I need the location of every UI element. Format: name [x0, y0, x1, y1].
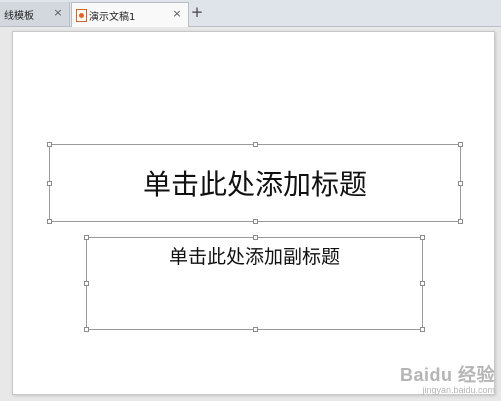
resize-handle[interactable]	[47, 181, 52, 186]
title-placeholder[interactable]: 单击此处添加标题	[47, 142, 463, 224]
title-placeholder-text: 单击此处添加标题	[142, 168, 367, 201]
close-icon[interactable]: ×	[171, 7, 183, 21]
resize-handle[interactable]	[253, 142, 258, 147]
tab-label: 演示文稿1	[89, 11, 136, 23]
slide-canvas[interactable]: 单击此处添加标题 单击此处添加副标题	[12, 31, 495, 395]
resize-handle[interactable]	[458, 181, 463, 186]
resize-handle[interactable]	[420, 281, 425, 286]
new-tab-button[interactable]: +	[190, 4, 204, 20]
presentation-file-icon	[76, 8, 87, 22]
tab-template[interactable]: 线模板 ×	[0, 2, 70, 26]
subtitle-placeholder[interactable]: 单击此处添加副标题	[84, 235, 425, 332]
resize-handle[interactable]	[47, 142, 52, 147]
resize-handle[interactable]	[420, 235, 425, 240]
tab-presentation[interactable]: 演示文稿1 ×	[71, 2, 189, 27]
resize-handle[interactable]	[47, 219, 52, 224]
resize-handle[interactable]	[253, 219, 258, 224]
resize-handle[interactable]	[84, 235, 89, 240]
watermark: Baidu 经验 jingyan.baidu.com	[400, 361, 495, 395]
watermark-text: Baidu 经验	[399, 365, 495, 385]
resize-handle[interactable]	[458, 219, 463, 224]
tab-bar: 线模板 × 演示文稿1 × +	[0, 0, 501, 27]
resize-handle[interactable]	[253, 235, 258, 240]
subtitle-placeholder-text: 单击此处添加副标题	[168, 246, 340, 268]
resize-handle[interactable]	[84, 327, 89, 332]
close-icon[interactable]: ×	[52, 6, 64, 20]
resize-handle[interactable]	[420, 327, 425, 332]
resize-handle[interactable]	[84, 281, 89, 286]
resize-handle[interactable]	[253, 327, 258, 332]
resize-handle[interactable]	[458, 142, 463, 147]
tab-label: 线模板	[4, 10, 34, 22]
